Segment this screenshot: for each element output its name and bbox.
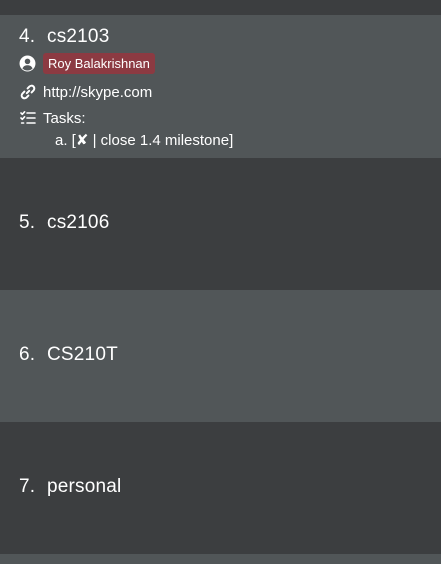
- task-text: | close 1.4 milestone]: [88, 132, 234, 149]
- person-row: Roy Balakrishnan: [19, 52, 155, 74]
- link-row: http://skype.com: [19, 82, 152, 102]
- module-title: 4. cs2103: [19, 26, 109, 48]
- module-code: cs2106: [47, 212, 110, 233]
- module-index: 4.: [19, 26, 36, 47]
- person-tag[interactable]: Roy Balakrishnan: [43, 52, 155, 74]
- task-list-icon: [19, 110, 36, 127]
- module-index: 6.: [19, 344, 36, 365]
- module-index: 5.: [19, 212, 36, 233]
- list-item-partial-bottom[interactable]: [0, 554, 441, 564]
- person-circle-icon: [19, 55, 36, 72]
- module-code: CS210T: [47, 344, 118, 365]
- link-icon: [19, 84, 36, 101]
- task-marker: a. [: [55, 132, 76, 149]
- module-card-cs210t[interactable]: 6. CS210T: [0, 290, 441, 422]
- module-list: 4. cs2103 Roy Balakrishnan http://skype.…: [0, 0, 441, 564]
- task-status-cross-icon: ✘: [75, 132, 89, 149]
- tasks-label: Tasks:: [43, 109, 86, 127]
- module-title: 7. personal: [19, 476, 121, 498]
- module-title: 5. cs2106: [19, 212, 109, 234]
- module-code: personal: [47, 476, 122, 497]
- tasks-header: Tasks:: [19, 108, 86, 128]
- module-card-cs2106[interactable]: 5. cs2106: [0, 158, 441, 290]
- module-card-personal[interactable]: 7. personal: [0, 422, 441, 554]
- task-item[interactable]: a. [✘ | close 1.4 milestone]: [55, 131, 233, 149]
- list-item-partial-top[interactable]: [0, 0, 441, 15]
- link-text[interactable]: http://skype.com: [43, 84, 152, 101]
- module-index: 7.: [19, 476, 36, 497]
- module-code: cs2103: [47, 26, 110, 47]
- module-title: 6. CS210T: [19, 344, 118, 366]
- module-card-cs2103[interactable]: 4. cs2103 Roy Balakrishnan http://skype.…: [0, 15, 441, 158]
